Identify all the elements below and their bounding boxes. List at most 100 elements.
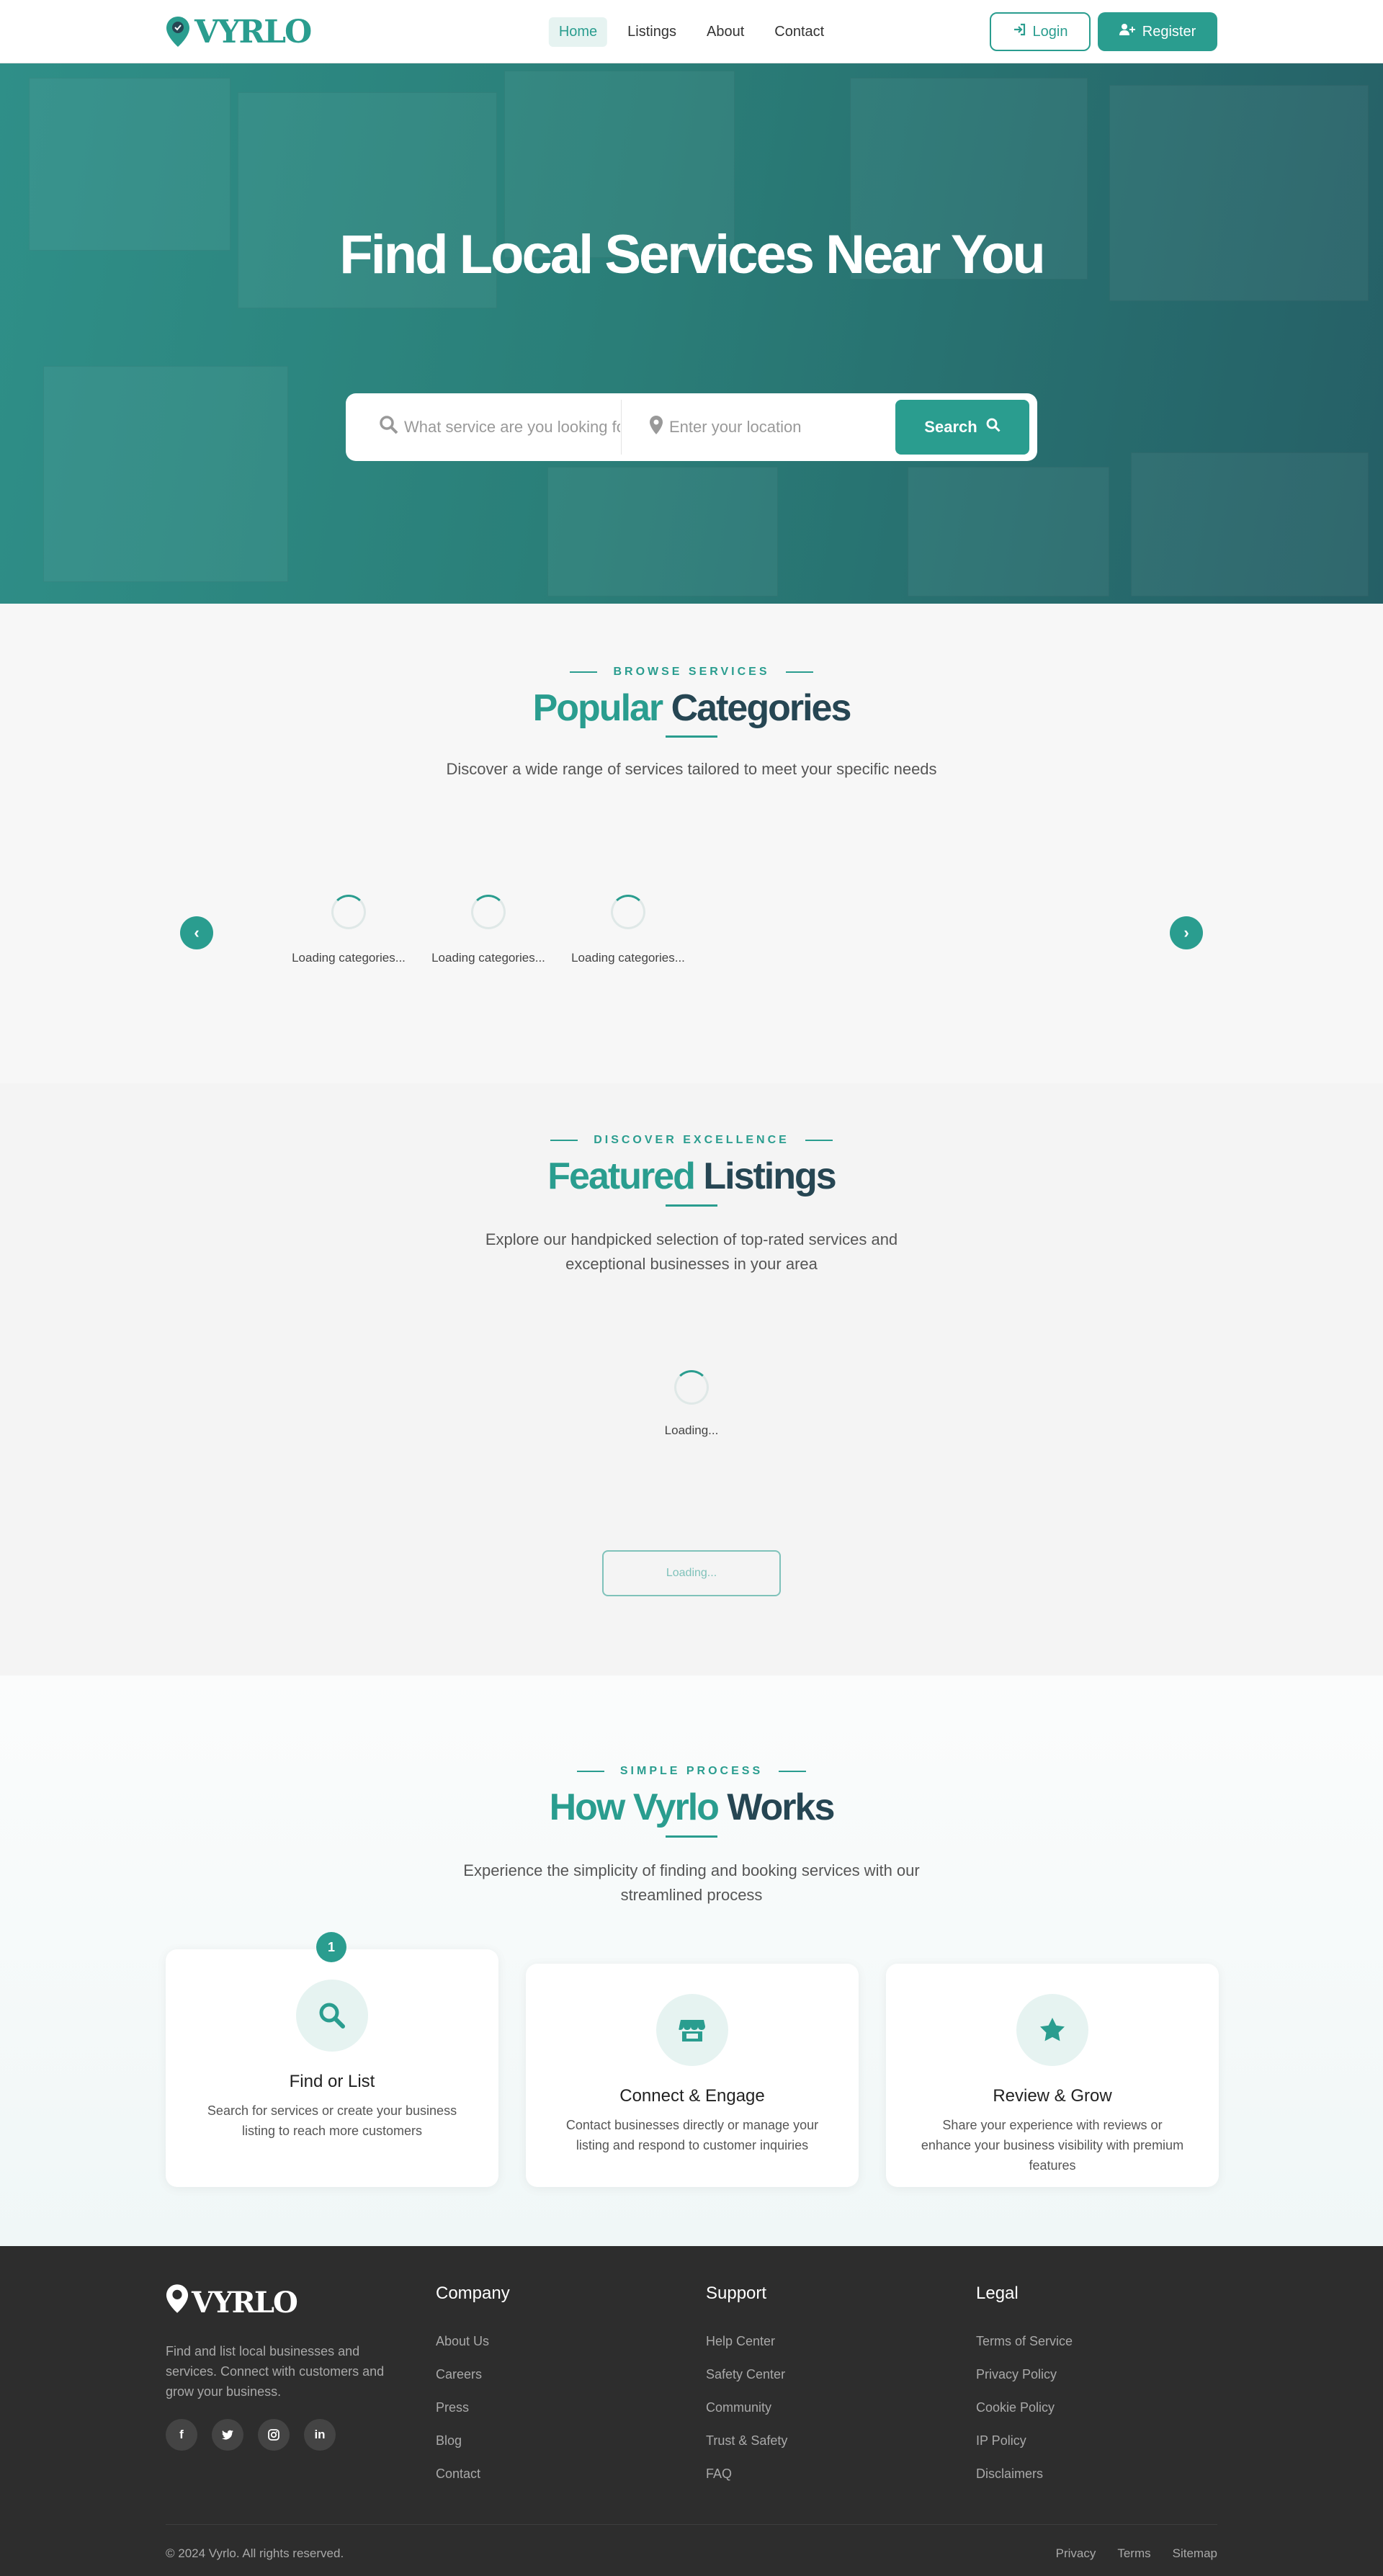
featured-title: Featured Listings: [547, 1155, 836, 1197]
footer-column-title: Company: [436, 2284, 510, 2303]
login-label: Login: [1032, 23, 1068, 40]
top-navbar: VYRLO Home Listings About Contact Login …: [0, 0, 1383, 63]
categories-eyebrow: BROWSE SERVICES: [0, 666, 1383, 679]
footer-column-title: Support: [706, 2284, 767, 2303]
site-footer: VYRLO Find and list local businesses and…: [0, 2246, 1383, 2576]
user-plus-icon: [1119, 23, 1135, 40]
logo-text: VYRLO: [194, 13, 312, 50]
loading-spinner-icon: [471, 895, 506, 929]
footer-link[interactable]: Safety Center: [706, 2367, 787, 2382]
featured-title-underline: [666, 1204, 717, 1207]
step-text: Contact businesses directly or manage yo…: [565, 2118, 819, 2152]
service-search-field[interactable]: What service are you looking for?: [352, 400, 622, 455]
step-title: Connect & Engage: [619, 2086, 765, 2106]
footer-bottom-links: Privacy Terms Sitemap: [1056, 2546, 1217, 2561]
nav-item-home[interactable]: Home: [548, 17, 608, 47]
instagram-icon[interactable]: [258, 2419, 290, 2451]
footer-link[interactable]: Press: [436, 2400, 510, 2415]
register-button[interactable]: Register: [1098, 12, 1217, 51]
step-card-review: Review & Grow Share your experience with…: [886, 1964, 1219, 2187]
step-text: Share your experience with reviews or en…: [921, 2118, 1184, 2173]
footer-logo[interactable]: VYRLO: [166, 2284, 411, 2321]
search-button-icon: [986, 418, 1001, 437]
login-button[interactable]: Login: [990, 12, 1091, 51]
footer-link[interactable]: Disclaimers: [976, 2467, 1073, 2482]
how-title: How Vyrlo Works: [549, 1786, 836, 1828]
featured-eyebrow: DISCOVER EXCELLENCE: [0, 1134, 1383, 1147]
linkedin-icon[interactable]: in: [304, 2419, 336, 2451]
how-subtitle: Experience the simplicity of finding and…: [463, 1861, 920, 1904]
footer-link[interactable]: Help Center: [706, 2334, 787, 2349]
footer-link[interactable]: About Us: [436, 2334, 510, 2349]
featured-loading: Loading...: [0, 1370, 1383, 1438]
location-pin-logo-icon: [166, 2284, 189, 2321]
hero-photo-tile: [43, 366, 288, 582]
footer-column-company: Company About Us Careers Press Blog Cont…: [436, 2284, 510, 2500]
footer-link[interactable]: Trust & Safety: [706, 2433, 787, 2448]
chevron-left-icon: ‹: [194, 923, 200, 942]
chevron-right-icon: ›: [1183, 923, 1189, 942]
footer-bottom-bar: © 2024 Vyrlo. All rights reserved. Priva…: [166, 2524, 1217, 2561]
facebook-icon[interactable]: f: [166, 2419, 197, 2451]
search-button[interactable]: Search: [895, 400, 1029, 455]
footer-link[interactable]: Contact: [436, 2467, 510, 2482]
loading-spinner-icon: [674, 1370, 709, 1405]
step-text: Search for services or create your busin…: [207, 2103, 457, 2138]
footer-column-legal: Legal Terms of Service Privacy Policy Co…: [976, 2284, 1073, 2500]
star-icon: [1016, 1994, 1088, 2066]
step-title: Find or List: [289, 2072, 375, 2091]
store-icon: [656, 1994, 728, 2066]
step-card-connect: Connect & Engage Contact businesses dire…: [526, 1964, 859, 2187]
categories-subtitle: Discover a wide range of services tailor…: [446, 760, 937, 778]
footer-description: Find and list local businesses and servi…: [166, 2344, 385, 2399]
how-it-works-section: SIMPLE PROCESS How Vyrlo Works Experienc…: [0, 1676, 1383, 2246]
categories-title: Popular Categories: [532, 687, 852, 729]
location-pin-logo-icon: [166, 16, 190, 48]
footer-link[interactable]: Cookie Policy: [976, 2400, 1073, 2415]
footer-bottom-link-privacy[interactable]: Privacy: [1056, 2546, 1096, 2561]
view-all-listings-button[interactable]: Loading...: [602, 1550, 781, 1596]
search-icon: [296, 1980, 368, 2052]
hero-photo-tile: [908, 467, 1109, 596]
nav-item-about[interactable]: About: [697, 17, 754, 47]
service-search-input[interactable]: What service are you looking for?: [404, 418, 620, 437]
how-title-underline: [666, 1835, 717, 1838]
footer-link[interactable]: Community: [706, 2400, 787, 2415]
twitter-icon[interactable]: [212, 2419, 243, 2451]
footer-link[interactable]: FAQ: [706, 2467, 787, 2482]
category-loading-item: Loading categories...: [424, 895, 553, 965]
footer-link[interactable]: Blog: [436, 2433, 510, 2448]
search-bar: What service are you looking for? Enter …: [346, 393, 1037, 461]
category-loading-item: Loading categories...: [284, 895, 413, 965]
hero-photo-tile: [547, 467, 778, 596]
footer-link[interactable]: Careers: [436, 2367, 510, 2382]
footer-link[interactable]: Terms of Service: [976, 2334, 1073, 2349]
footer-link[interactable]: IP Policy: [976, 2433, 1073, 2448]
step-number-badge: 1: [316, 1932, 346, 1962]
copyright-text: © 2024 Vyrlo. All rights reserved.: [166, 2546, 344, 2560]
footer-column-title: Legal: [976, 2284, 1019, 2303]
featured-listings-section: DISCOVER EXCELLENCE Featured Listings Ex…: [0, 1083, 1383, 1676]
footer-link[interactable]: Privacy Policy: [976, 2367, 1073, 2382]
hero-title: Find Local Services Near You: [339, 224, 1046, 285]
footer-bottom-link-terms[interactable]: Terms: [1117, 2546, 1150, 2561]
categories-section: BROWSE SERVICES Popular Categories Disco…: [0, 604, 1383, 1083]
footer-bottom-link-sitemap[interactable]: Sitemap: [1173, 2546, 1217, 2561]
carousel-prev-button[interactable]: ‹: [180, 916, 213, 949]
search-icon: [380, 416, 398, 439]
nav-item-listings[interactable]: Listings: [617, 17, 686, 47]
loading-spinner-icon: [611, 895, 645, 929]
sign-in-icon: [1013, 23, 1026, 40]
site-logo[interactable]: VYRLO: [166, 13, 312, 50]
search-button-label: Search: [924, 418, 977, 436]
footer-column-support: Support Help Center Safety Center Commun…: [706, 2284, 787, 2500]
auth-buttons: Login Register: [990, 12, 1217, 51]
carousel-next-button[interactable]: ›: [1170, 916, 1203, 949]
nav-item-contact[interactable]: Contact: [764, 17, 834, 47]
main-menu: Home Listings About Contact: [548, 17, 834, 47]
location-search-input[interactable]: Enter your location: [669, 418, 801, 437]
location-search-field[interactable]: Enter your location: [622, 400, 895, 455]
register-label: Register: [1142, 23, 1196, 40]
step-card-find: Find or List Search for services or crea…: [166, 1949, 498, 2187]
hero-photo-tile: [1131, 452, 1369, 596]
